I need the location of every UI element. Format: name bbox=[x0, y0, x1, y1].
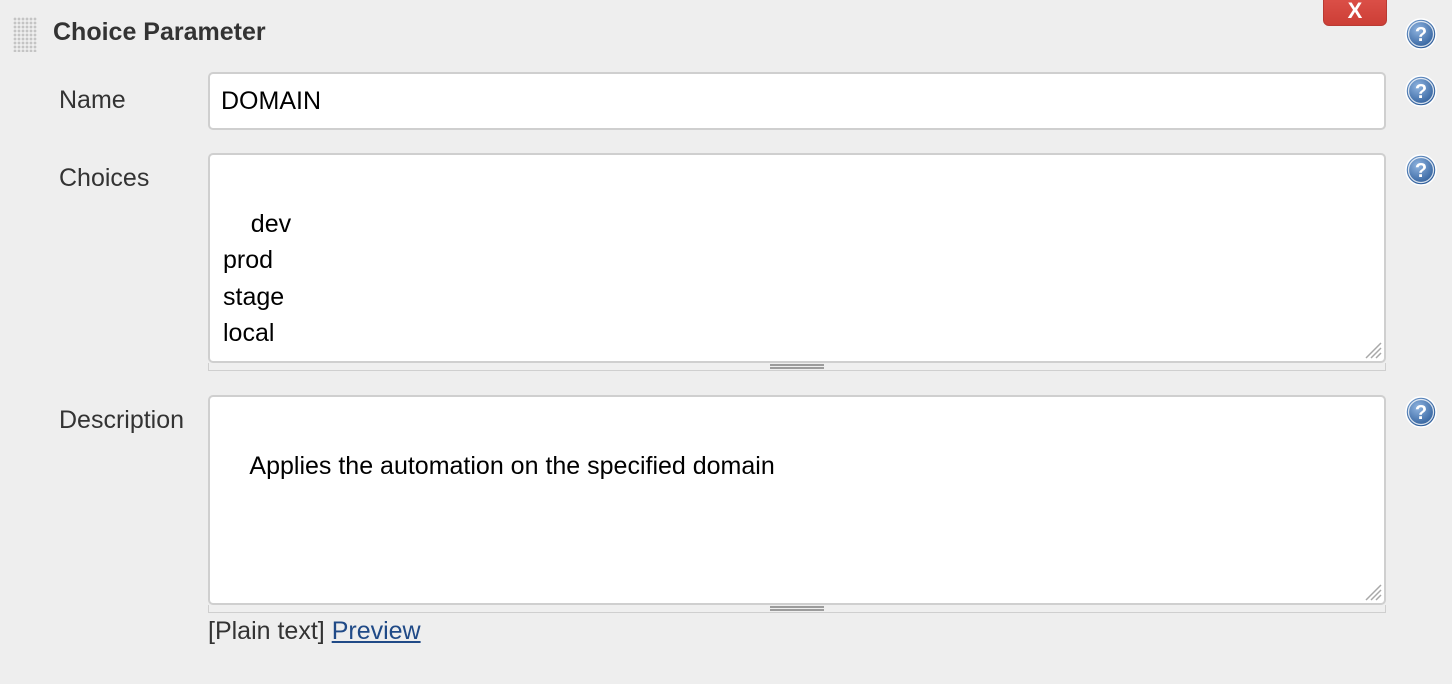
help-icon[interactable]: ? bbox=[1405, 154, 1437, 186]
markup-format-line: [Plain text] Preview bbox=[208, 617, 421, 646]
choice-parameter-panel: Choice Parameter X ? ? ? ? Name DOMAIN C… bbox=[0, 0, 1452, 684]
choices-value: dev prod stage local bbox=[223, 209, 292, 348]
description-label: Description bbox=[59, 406, 185, 434]
preview-link[interactable]: Preview bbox=[332, 617, 421, 645]
choices-textarea[interactable]: dev prod stage local bbox=[208, 153, 1386, 363]
help-icon: ? bbox=[1405, 154, 1437, 186]
drag-handle-icon[interactable] bbox=[13, 17, 37, 52]
svg-text:?: ? bbox=[1415, 402, 1427, 424]
resize-grip-icon[interactable] bbox=[770, 364, 824, 369]
help-icon[interactable]: ? bbox=[1405, 18, 1437, 50]
help-icon: ? bbox=[1405, 396, 1437, 428]
name-label: Name bbox=[59, 86, 126, 114]
svg-text:?: ? bbox=[1415, 24, 1427, 46]
help-icon: ? bbox=[1405, 18, 1437, 50]
delete-button[interactable]: X bbox=[1323, 0, 1387, 26]
resize-grip-icon[interactable] bbox=[1362, 581, 1382, 601]
description-textarea[interactable]: Applies the automation on the specified … bbox=[208, 395, 1386, 605]
svg-text:?: ? bbox=[1415, 81, 1427, 103]
name-input[interactable]: DOMAIN bbox=[208, 72, 1386, 130]
choices-label: Choices bbox=[59, 164, 150, 192]
section-title: Choice Parameter bbox=[53, 18, 266, 46]
svg-text:?: ? bbox=[1415, 160, 1427, 182]
plain-text-label: [Plain text] bbox=[208, 617, 325, 645]
description-value: Applies the automation on the specified … bbox=[249, 451, 775, 480]
help-icon[interactable]: ? bbox=[1405, 396, 1437, 428]
resize-grip-icon[interactable] bbox=[770, 606, 824, 611]
description-resize-bar[interactable] bbox=[208, 605, 1386, 613]
help-icon[interactable]: ? bbox=[1405, 75, 1437, 107]
help-icon: ? bbox=[1405, 75, 1437, 107]
choices-resize-bar[interactable] bbox=[208, 363, 1386, 371]
resize-grip-icon[interactable] bbox=[1362, 339, 1382, 359]
